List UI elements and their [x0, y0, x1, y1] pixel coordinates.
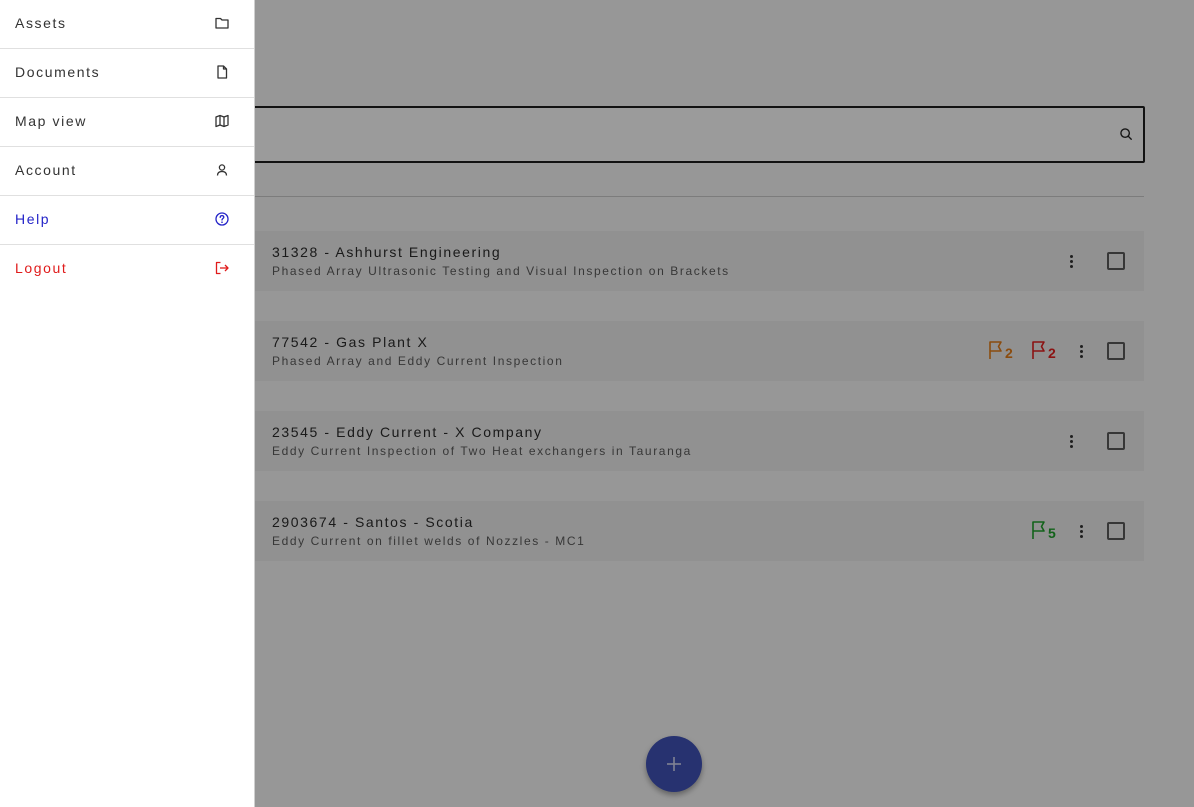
menu-item-label: Assets: [15, 15, 67, 31]
menu-item-help[interactable]: Help: [0, 196, 254, 245]
menu-item-label: Help: [15, 211, 51, 227]
help-icon: [215, 212, 229, 226]
menu-item-assets[interactable]: Assets: [0, 0, 254, 49]
folder-icon: [215, 17, 229, 29]
menu-item-map-view[interactable]: Map view: [0, 98, 254, 147]
document-icon: [217, 65, 228, 79]
menu-item-label: Documents: [15, 64, 101, 80]
menu-item-account[interactable]: Account: [0, 147, 254, 196]
menu-item-label: Logout: [15, 260, 68, 276]
map-icon: [215, 114, 229, 128]
user-icon: [216, 164, 228, 176]
menu-item-logout[interactable]: Logout: [0, 245, 254, 293]
menu-item-documents[interactable]: Documents: [0, 49, 254, 98]
menu-item-label: Account: [15, 162, 77, 178]
side-drawer: Assets Documents Map view Account Help L…: [0, 0, 255, 807]
logout-icon: [215, 261, 229, 275]
menu-item-label: Map view: [15, 113, 87, 129]
